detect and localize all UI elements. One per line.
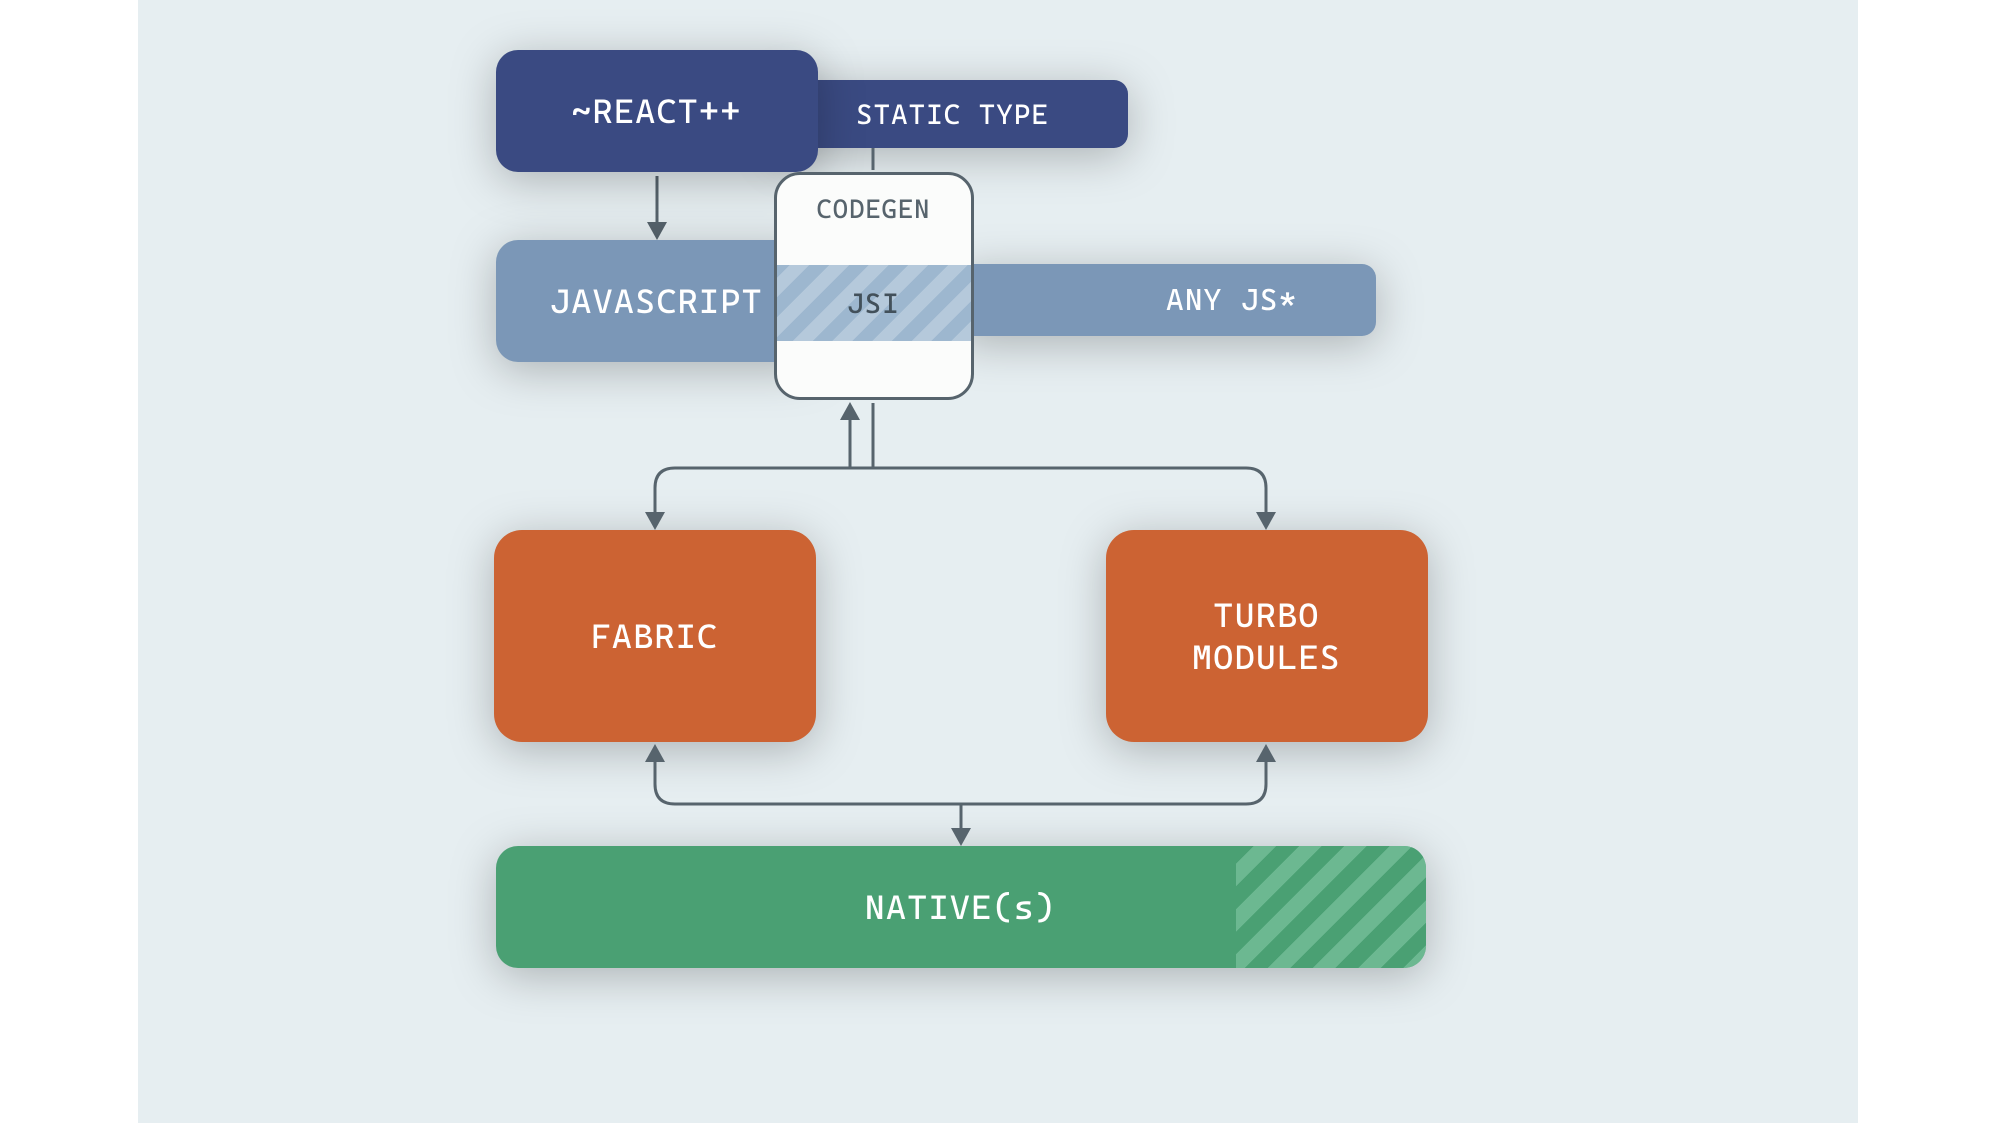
node-native: NATIVE(s)	[496, 846, 1426, 968]
node-jsi: JSI	[777, 265, 971, 341]
arrow-react-to-js	[647, 176, 667, 240]
node-react-pp-label: ~REACT++	[571, 91, 741, 131]
arrow-up-to-codegen-left	[840, 402, 860, 468]
node-javascript-label: JAVASCRIPT	[550, 281, 763, 321]
arrow-fabric-turbo-to-native	[645, 744, 1276, 846]
native-stripe	[1236, 846, 1426, 968]
node-static-type: STATIC TYPE	[778, 80, 1128, 148]
node-any-js: ANY JS*	[958, 264, 1376, 336]
node-fabric: FABRIC	[494, 530, 816, 742]
node-turbo-modules-label: TURBO MODULES	[1192, 594, 1341, 679]
node-codegen: CODEGEN JSI	[774, 172, 974, 400]
node-react-pp: ~REACT++	[496, 50, 818, 172]
node-any-js-label: ANY JS*	[1166, 283, 1297, 318]
node-static-type-label: STATIC TYPE	[856, 98, 1049, 131]
diagram-panel: ~REACT++ STATIC TYPE JAVASCRIPT ANY JS* …	[138, 0, 1858, 1123]
codegen-label: CODEGEN	[777, 195, 971, 225]
node-fabric-label: FABRIC	[591, 616, 719, 656]
node-native-label: NATIVE(s)	[865, 887, 1057, 927]
node-turbo-modules: TURBO MODULES	[1106, 530, 1428, 742]
page: ~REACT++ STATIC TYPE JAVASCRIPT ANY JS* …	[0, 0, 1995, 1123]
jsi-label: JSI	[847, 287, 899, 320]
node-javascript: JAVASCRIPT	[496, 240, 818, 362]
arrow-bus-split	[645, 468, 1276, 530]
